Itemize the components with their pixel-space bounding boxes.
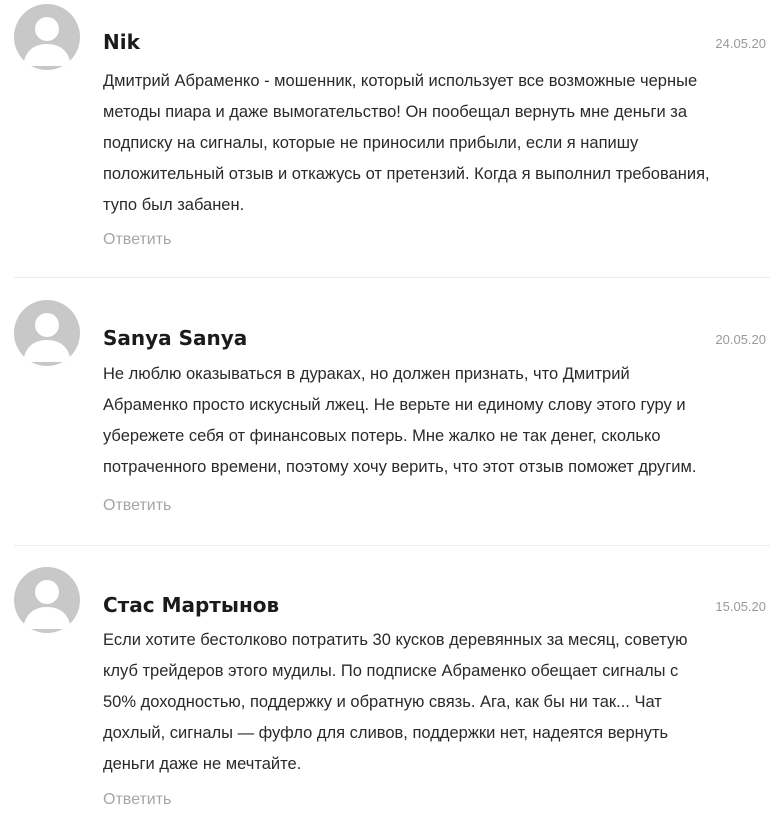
comment-divider [14, 545, 770, 546]
comment-text-line: потраченного времени, поэтому хочу верит… [103, 458, 697, 476]
comment-author: Nik [103, 30, 140, 54]
comment-text-line: деньги даже не мечтайте. [103, 755, 302, 773]
user-placeholder-icon [23, 313, 71, 362]
reply-link[interactable]: Ответить [103, 791, 171, 809]
comment-text: Не люблю оказываться в дураках, но долже… [103, 359, 771, 483]
user-placeholder-icon [23, 17, 71, 66]
user-placeholder-icon [23, 580, 71, 629]
comment-text: Если хотите бестолково потратить 30 куск… [103, 625, 771, 780]
comment-text-line: Не люблю оказываться в дураках, но долже… [103, 365, 630, 383]
comment-text: Дмитрий Абраменко - мошенник, который ис… [103, 66, 771, 221]
reply-link[interactable]: Ответить [103, 497, 171, 515]
comment-text-line: Абраменко просто искусный лжец. Не верьт… [103, 396, 686, 414]
comment-author: Sanya Sanya [103, 326, 248, 350]
comment-text-line: клуб трейдеров этого мудилы. По подписке… [103, 662, 679, 680]
comment-date: 20.05.20 [715, 332, 766, 347]
comment-text-line: тупо был забанен. [103, 196, 245, 214]
comment-text-line: 50% доходностью, поддержку и обратную св… [103, 693, 662, 711]
comment-divider [14, 277, 770, 278]
comment-text-line: подписку на сигналы, которые не приносил… [103, 134, 639, 152]
comment-text-line: убережете себя от финансовых потерь. Мне… [103, 427, 661, 445]
comment-date: 15.05.20 [715, 599, 766, 614]
comment-author: Стас Мартынов [103, 593, 280, 617]
comment-text-line: дохлый, сигналы — фуфло для сливов, подд… [103, 724, 669, 742]
comment-text-line: Если хотите бестолково потратить 30 куск… [103, 631, 688, 649]
comment-text-line: методы пиара и даже вымогательство! Он п… [103, 103, 688, 121]
comment-date: 24.05.20 [715, 36, 766, 51]
avatar [14, 300, 80, 366]
avatar [14, 4, 80, 70]
avatar [14, 567, 80, 633]
comment-text-line: Дмитрий Абраменко - мошенник, который ис… [103, 72, 698, 90]
reply-link[interactable]: Ответить [103, 231, 171, 249]
comment-text-line: положительный отзыв и откажусь от претен… [103, 165, 710, 183]
